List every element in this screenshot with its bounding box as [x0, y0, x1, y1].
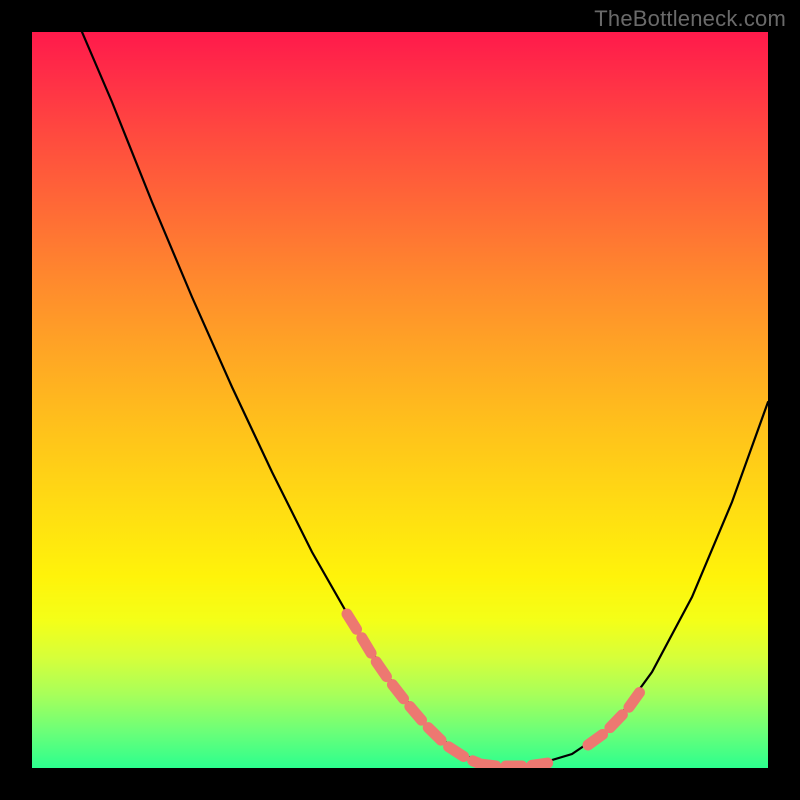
- highlight-dash: [410, 706, 422, 720]
- highlight-dash: [362, 638, 371, 653]
- highlight-dash: [392, 685, 403, 699]
- bottleneck-curve: [82, 32, 768, 766]
- highlight-dash: [610, 715, 622, 728]
- chart-frame: TheBottleneck.com: [0, 0, 800, 800]
- highlight-dash: [532, 763, 548, 765]
- highlight-dash: [347, 614, 357, 629]
- highlight-dash: [629, 693, 640, 708]
- curve-layer: [32, 32, 768, 768]
- highlight-dash: [376, 662, 386, 677]
- highlight-dashes-left: [347, 614, 478, 763]
- highlight-dashes-bottom: [480, 763, 548, 766]
- highlight-dash: [588, 734, 603, 745]
- highlight-dashes-right: [588, 693, 639, 745]
- plot-area: [32, 32, 768, 768]
- highlight-dash: [480, 764, 496, 766]
- watermark-text: TheBottleneck.com: [594, 6, 786, 32]
- highlight-dash: [428, 728, 441, 741]
- highlight-dash: [449, 747, 464, 757]
